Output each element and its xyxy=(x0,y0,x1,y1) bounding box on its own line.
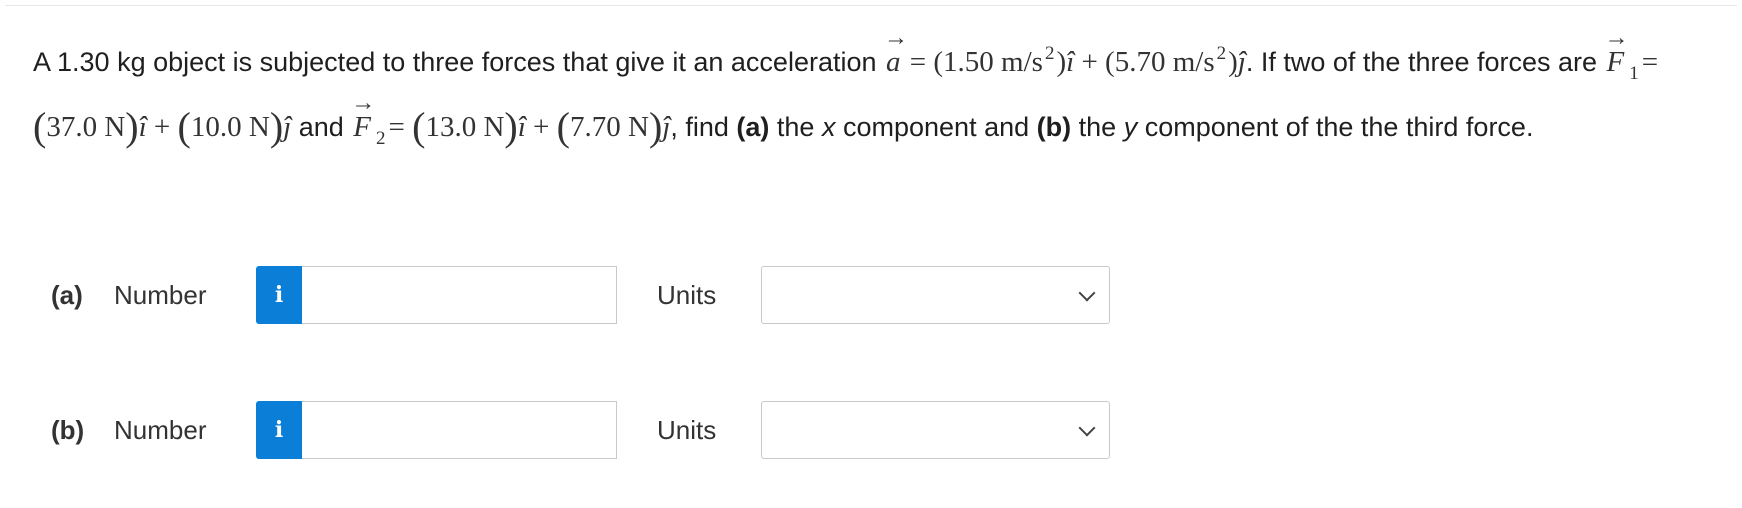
part-a-marker: (a) xyxy=(736,112,770,142)
force-vector-symbol: F xyxy=(351,75,373,156)
question-text-5: component and xyxy=(842,112,1030,142)
chevron-down-icon xyxy=(1078,419,1096,437)
force2-expression: F2= (13.0 N)î + (7.70 N)ĵ xyxy=(351,75,670,149)
part-b-marker: (b) xyxy=(1036,112,1072,142)
equals-sign: = xyxy=(1641,46,1659,78)
i-hat: î xyxy=(1066,46,1075,78)
question-text-6: the xyxy=(1078,112,1117,142)
question-text: A 1.30 kg object is subjected to three f… xyxy=(33,10,1723,159)
chevron-down-icon xyxy=(1078,284,1096,302)
i-hat: î xyxy=(517,111,526,143)
info-icon-glyph: i xyxy=(274,282,284,308)
plus-sign: + xyxy=(153,111,171,143)
question-card: A 1.30 kg object is subjected to three f… xyxy=(5,5,1737,503)
y-variable: y xyxy=(1123,112,1138,142)
and-text: and xyxy=(298,112,344,142)
info-icon-glyph: i xyxy=(274,417,284,443)
equals-sign: = xyxy=(388,111,405,143)
acceleration-x: 1.50 m/s xyxy=(943,46,1043,78)
exponent: 2 xyxy=(1044,43,1055,64)
number-label: Number xyxy=(114,415,207,445)
units-select-a[interactable] xyxy=(761,266,1110,324)
acceleration-expression: a = (1.50 m/s2)î + (5.70 m/s2)ĵ xyxy=(884,10,1246,78)
plus-sign: + xyxy=(1081,46,1098,78)
part-label: (b) xyxy=(51,415,85,445)
force2-y: 7.70 N xyxy=(569,111,649,143)
x-variable: x xyxy=(821,112,836,142)
part-label: (a) xyxy=(51,280,83,310)
question-text-4: the xyxy=(776,112,815,142)
units-select-b[interactable] xyxy=(761,401,1110,459)
question-intro: A 1.30 kg object is subjected to three f… xyxy=(33,47,877,77)
force2-x: 13.0 N xyxy=(425,111,505,143)
force-vector-symbol: F xyxy=(1605,10,1627,91)
j-hat: ĵ xyxy=(1237,46,1246,78)
info-icon[interactable]: i xyxy=(256,266,302,324)
exponent: 2 xyxy=(1216,43,1227,64)
number-input-a[interactable] xyxy=(302,266,617,324)
force1-subscript: 1 xyxy=(1629,63,1639,84)
force1-y: 10.0 N xyxy=(190,111,270,143)
equals-sign: = xyxy=(909,46,927,78)
question-text-3: , find xyxy=(670,112,729,142)
force1-x: 37.0 N xyxy=(46,111,126,143)
acceleration-y: 5.70 m/s xyxy=(1114,46,1215,78)
info-icon[interactable]: i xyxy=(256,401,302,459)
number-label: Number xyxy=(114,280,207,310)
force2-subscript: 2 xyxy=(376,128,386,149)
number-input-b[interactable] xyxy=(302,401,617,459)
units-label: Units xyxy=(657,415,717,445)
plus-sign: + xyxy=(533,111,550,143)
units-label: Units xyxy=(657,280,717,310)
question-text-7: component of the the third force. xyxy=(1144,112,1534,142)
j-hat: ĵ xyxy=(283,111,292,143)
acceleration-vector-symbol: a xyxy=(884,10,903,91)
question-text-2: . If two of the three forces are xyxy=(1245,47,1598,77)
i-hat: î xyxy=(138,111,147,143)
